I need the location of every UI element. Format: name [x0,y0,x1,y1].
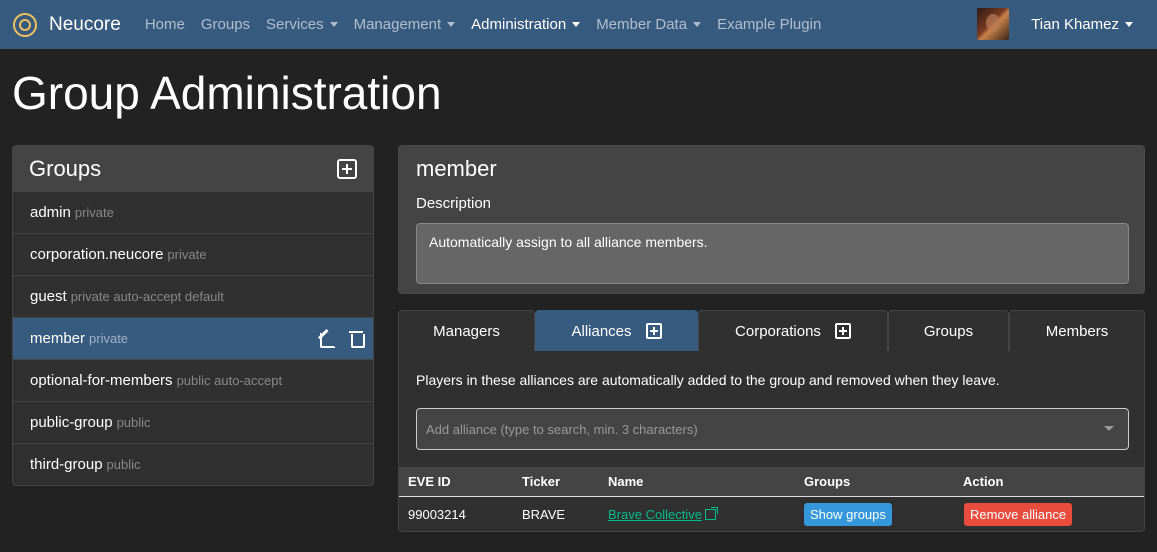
description-field[interactable]: Automatically assign to all alliance mem… [416,223,1129,284]
tab-label: Alliances [571,322,632,340]
column-header-eve-id: EVE ID [408,474,451,489]
column-header-action: Action [963,474,1004,489]
groups-card: Groups admin private corporation.neucore… [12,145,374,486]
eve-id-cell: 99003214 [408,506,466,522]
avatar [977,8,1010,40]
neucore-logo-icon [13,12,37,37]
group-name: optional-for-members [30,372,173,389]
nav-label: Management [353,16,442,33]
tab-corporations[interactable]: Corporations [698,310,888,351]
caret-down-icon [329,22,338,27]
group-item-public-group[interactable]: public-group public [13,401,373,443]
nav-example-plugin[interactable]: Example Plugin [709,16,829,33]
tab-label: Managers [433,322,500,340]
group-detail-card: member Description Automatically assign … [398,145,1145,294]
main-nav: Home Groups Services Management Administ… [137,16,829,33]
group-tabs: Managers Alliances Corporations Groups M… [398,310,1145,351]
group-detail-title: member [416,156,497,181]
caret-down-icon [572,22,581,27]
column-header-name: Name [608,474,644,489]
table-header: EVE ID Ticker Name Groups Action [399,467,1144,497]
group-item-admin[interactable]: admin private [13,191,373,233]
alliance-name: Brave Collective [608,506,702,522]
group-item-actions [319,329,365,348]
alliances-info: Players in these alliances are automatic… [416,372,1000,388]
nav-label: Groups [200,16,251,33]
nav-member-data[interactable]: Member Data [588,16,709,33]
external-link-icon [704,506,718,520]
group-name: public-group [30,414,113,431]
group-tags: public auto-accept [176,373,283,388]
group-item-guest[interactable]: guest private auto-accept default [13,275,373,317]
alliance-link[interactable]: Brave Collective [608,506,718,522]
group-item-third-group[interactable]: third-group public [13,443,373,485]
column-header-groups: Groups [804,474,851,489]
page-title: Group Administration [12,67,442,119]
group-name: admin [30,204,71,221]
nav-label: Example Plugin [717,16,822,33]
ticker-cell: BRAVE [522,506,566,522]
nav-label: Services [266,16,324,33]
user-dropdown[interactable]: Tian Khamez [1031,16,1133,33]
nav-label: Member Data [596,16,688,33]
group-tags: private [167,247,207,262]
table-row: 99003214 BRAVE Brave Collective Show gro… [399,497,1144,531]
tab-label: Corporations [735,322,821,340]
group-name: third-group [30,456,103,473]
alliance-search-input[interactable]: Add alliance (type to search, min. 3 cha… [416,408,1129,450]
column-header-ticker: Ticker [522,474,561,489]
group-item-corporation-neucore[interactable]: corporation.neucore private [13,233,373,275]
tab-alliances[interactable]: Alliances [535,310,698,351]
caret-down-icon [693,22,702,27]
tab-label: Groups [923,322,974,340]
group-tags: private auto-accept default [70,289,224,304]
nav-groups[interactable]: Groups [193,16,258,33]
name-cell: Brave Collective [608,497,718,531]
nav-label: Administration [471,16,567,33]
group-name: member [30,330,86,347]
group-tags: private [89,331,129,346]
tab-members[interactable]: Members [1009,310,1145,351]
group-item-member[interactable]: member private [13,317,373,359]
brand-name: Neucore [49,13,121,35]
edit-icon[interactable] [319,329,337,348]
group-name: corporation.neucore [30,246,164,263]
group-item-optional-for-members[interactable]: optional-for-members public auto-accept [13,359,373,401]
alliances-panel: Players in these alliances are automatic… [398,351,1145,532]
group-tags: private [74,205,114,220]
search-placeholder: Add alliance (type to search, min. 3 cha… [426,421,698,437]
nav-administration[interactable]: Administration [463,16,588,33]
action-cell: Remove alliance [964,497,1073,531]
groups-header: Groups [13,146,373,191]
user-name: Tian Khamez [1031,15,1119,33]
nav-services[interactable]: Services [258,16,346,33]
tab-groups[interactable]: Groups [888,310,1009,351]
caret-down-icon [447,22,456,27]
tab-managers[interactable]: Managers [398,310,535,351]
brand[interactable]: Neucore [11,11,121,39]
group-tags: public [116,415,151,430]
description-label: Description [416,195,492,212]
group-tags: public [106,457,141,472]
caret-down-icon [1125,21,1133,27]
trash-icon[interactable] [347,329,365,348]
nav-management[interactable]: Management [346,16,464,33]
add-corporation-icon[interactable] [834,323,851,339]
group-name: guest [30,288,67,305]
alliances-table: EVE ID Ticker Name Groups Action 9900321… [399,467,1144,531]
nav-home[interactable]: Home [137,16,193,33]
tab-label: Members [1045,322,1109,340]
chevron-down-icon [1104,426,1114,431]
nav-label: Home [144,16,185,33]
top-navbar: Neucore Home Groups Services Management … [0,0,1157,49]
remove-alliance-button[interactable]: Remove alliance [964,502,1073,526]
show-groups-button[interactable]: Show groups [804,502,892,526]
groups-title: Groups [29,155,102,181]
groups-cell: Show groups [804,497,892,531]
add-alliance-icon[interactable] [645,323,662,339]
user-menu[interactable]: Tian Khamez [977,8,1133,40]
add-group-icon[interactable] [337,158,357,179]
